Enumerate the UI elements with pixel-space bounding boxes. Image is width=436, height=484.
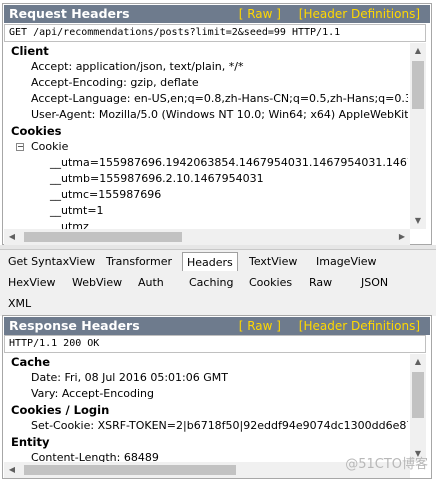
response-header-definitions-link[interactable]: [Header Definitions] xyxy=(299,319,420,333)
response-headers-tree: Cache Date: Fri, 08 Jul 2016 05:01:06 GM… xyxy=(4,354,408,462)
response-vertical-scrollbar[interactable]: ▲ ▼ xyxy=(410,354,426,462)
tab-textview[interactable]: TextView xyxy=(245,252,301,271)
cookie-node[interactable]: Cookie xyxy=(31,139,68,155)
request-headers-header: Request Headers [ Raw ] [Header Definiti… xyxy=(4,5,430,23)
tab-hexview[interactable]: HexView xyxy=(4,273,59,292)
inspector-tabs: Get SyntaxView Transformer Headers TextV… xyxy=(0,249,436,316)
header-accept-encoding[interactable]: Accept-Encoding: gzip, deflate xyxy=(31,75,199,91)
cookie-utma[interactable]: __utma=155987696.1942063854.1467954031.1… xyxy=(50,155,408,171)
cookie-collapse-toggle[interactable]: − xyxy=(16,143,24,151)
section-cookies: Cookies xyxy=(11,124,62,138)
header-accept[interactable]: Accept: application/json, text/plain, */… xyxy=(31,59,243,75)
scroll-right-arrow-icon[interactable]: ▶ xyxy=(394,229,410,245)
watermark: @51CTO博客 xyxy=(345,457,428,472)
request-headers-tree: Client Accept: application/json, text/pl… xyxy=(4,43,408,229)
scroll-up-arrow-icon[interactable]: ▲ xyxy=(410,354,426,370)
tab-cookies[interactable]: Cookies xyxy=(245,273,296,292)
tab-transformer[interactable]: Transformer xyxy=(102,252,176,271)
header-accept-language[interactable]: Accept-Language: en-US,en;q=0.8,zh-Hans-… xyxy=(31,91,408,107)
tab-headers[interactable]: Headers xyxy=(182,252,238,271)
request-line[interactable]: GET /api/recommendations/posts?limit=2&s… xyxy=(4,24,426,42)
request-vertical-scrollbar[interactable]: ▲ ▼ xyxy=(410,43,426,229)
request-horizontal-scrollbar[interactable]: ◀ ▶ xyxy=(4,229,410,245)
tab-webview[interactable]: WebView xyxy=(68,273,126,292)
section-client: Client xyxy=(11,44,49,58)
header-user-agent[interactable]: User-Agent: Mozilla/5.0 (Windows NT 10.0… xyxy=(31,107,408,123)
cookie-utmb[interactable]: __utmb=155987696.2.10.1467954031 xyxy=(50,171,264,187)
response-headers-title: Response Headers xyxy=(9,318,140,333)
request-vertical-scroll-thumb[interactable] xyxy=(412,61,424,109)
scroll-left-arrow-icon[interactable]: ◀ xyxy=(4,229,20,245)
response-raw-link[interactable]: [ Raw ] xyxy=(239,319,281,333)
tab-xml[interactable]: XML xyxy=(4,294,35,313)
header-date[interactable]: Date: Fri, 08 Jul 2016 05:01:06 GMT xyxy=(31,370,228,386)
request-raw-link[interactable]: [ Raw ] xyxy=(239,7,281,21)
section-entity: Entity xyxy=(11,435,50,449)
request-horizontal-scroll-thumb[interactable] xyxy=(24,232,182,242)
section-cache: Cache xyxy=(11,355,51,369)
status-line[interactable]: HTTP/1.1 200 OK xyxy=(4,335,426,353)
scroll-down-arrow-icon[interactable]: ▼ xyxy=(410,213,426,229)
request-headers-title: Request Headers xyxy=(9,6,130,21)
header-content-length[interactable]: Content-Length: 68489 xyxy=(31,450,159,462)
scroll-left-arrow-icon[interactable]: ◀ xyxy=(4,462,20,478)
tab-caching[interactable]: Caching xyxy=(185,273,237,292)
tab-auth[interactable]: Auth xyxy=(134,273,168,292)
response-horizontal-scroll-thumb[interactable] xyxy=(24,465,236,475)
cookie-utmc[interactable]: __utmc=155987696 xyxy=(50,187,161,203)
scroll-up-arrow-icon[interactable]: ▲ xyxy=(410,43,426,59)
tab-json[interactable]: JSON xyxy=(357,273,392,292)
request-header-definitions-link[interactable]: [Header Definitions] xyxy=(299,7,420,21)
section-cookies-login: Cookies / Login xyxy=(11,403,110,417)
response-vertical-scroll-thumb[interactable] xyxy=(412,372,424,418)
cookie-utmz[interactable]: __utmz xyxy=(50,219,89,229)
tab-imageview[interactable]: ImageView xyxy=(312,252,381,271)
cookie-utmt[interactable]: __utmt=1 xyxy=(50,203,104,219)
response-headers-header: Response Headers [ Raw ] [Header Definit… xyxy=(4,317,430,335)
tab-get-syntaxview[interactable]: Get SyntaxView xyxy=(4,252,99,271)
header-vary[interactable]: Vary: Accept-Encoding xyxy=(31,386,154,402)
header-set-cookie[interactable]: Set-Cookie: XSRF-TOKEN=2|b6718f50|92eddf… xyxy=(31,418,408,434)
tab-raw[interactable]: Raw xyxy=(305,273,336,292)
